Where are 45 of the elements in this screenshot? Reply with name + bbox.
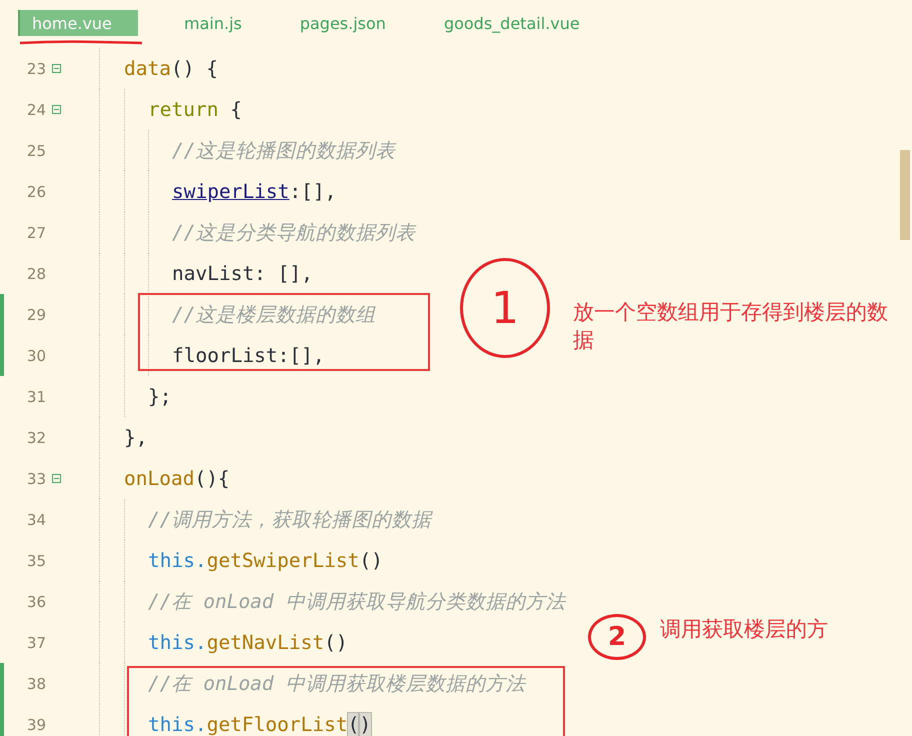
file-tab[interactable]: main.js [172, 10, 254, 36]
circled-number: 1 [460, 258, 550, 358]
code-line: swiperList:[], [172, 180, 336, 203]
line-number: 37 [26, 634, 46, 652]
code-line: floorList:[], [172, 344, 325, 367]
line-number: 28 [26, 264, 46, 282]
code-comment: //在 onLoad 中调用获取楼层数据的方法 [148, 671, 526, 697]
annotation-note: 调用获取楼层的方 [660, 616, 829, 643]
line-number: 35 [26, 552, 46, 570]
code-line: this.getFloorList() [148, 713, 372, 736]
code-line: this.getNavList() [148, 631, 348, 654]
line-number: 36 [26, 592, 46, 610]
code-line: this.getSwiperList() [148, 549, 383, 572]
code-comment: //这是轮播图的数据列表 [172, 138, 396, 164]
file-tab[interactable]: pages.json [288, 10, 398, 36]
annotation-note: 放一个空数组用于存得到楼层的数据 [573, 299, 889, 354]
code-line: }; [148, 385, 172, 408]
line-number: 29 [26, 306, 46, 324]
line-number: 31 [26, 388, 46, 406]
file-tab[interactable]: goods_detail.vue [432, 10, 592, 36]
line-number: 26 [26, 182, 46, 200]
line-number: 33 [26, 470, 46, 488]
code-line: onLoad(){ [124, 467, 230, 490]
line-number: 27 [26, 224, 46, 242]
line-number: 25 [26, 142, 46, 160]
fold-icon[interactable] [52, 474, 61, 483]
code-comment: //调用方法，获取轮播图的数据 [148, 507, 432, 533]
fold-icon[interactable] [52, 64, 61, 73]
fold-icon[interactable] [52, 105, 61, 114]
code-comment: //这是分类导航的数据列表 [172, 220, 416, 246]
line-number: 39 [26, 716, 46, 734]
code-line: }, [124, 426, 148, 449]
code-line: return { [148, 98, 242, 121]
line-number: 38 [26, 674, 46, 692]
line-number: 32 [26, 428, 46, 446]
code-line: navList: [], [172, 262, 313, 285]
file-tab[interactable]: home.vue [18, 10, 138, 36]
code-comment: //在 onLoad 中调用获取导航分类数据的方法 [148, 589, 566, 615]
line-number: 30 [26, 346, 46, 364]
code-comment: //这是楼层数据的数组 [172, 302, 376, 328]
line-number: 24 [26, 100, 46, 118]
line-number: 23 [26, 60, 46, 78]
circled-number: 2 [588, 614, 646, 660]
code-line: data() { [124, 57, 218, 80]
line-number: 34 [26, 510, 46, 528]
